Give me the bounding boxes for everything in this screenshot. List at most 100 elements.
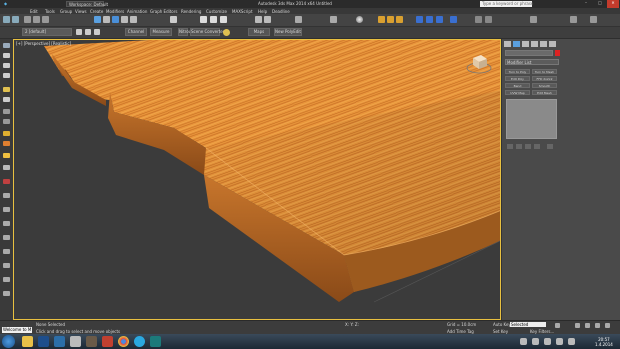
viewport-label[interactable]: [+] [Perspective] [Realistic] [16, 41, 71, 46]
app-icon[interactable] [70, 336, 81, 347]
remove-modifier-icon[interactable] [534, 144, 540, 149]
unlink-icon[interactable] [33, 16, 40, 23]
volume-icon[interactable] [556, 338, 563, 345]
app-icon[interactable] [54, 336, 65, 347]
app-icon[interactable] [102, 336, 113, 347]
select-rotate-icon[interactable] [121, 16, 128, 23]
make-unique-icon[interactable] [525, 144, 531, 149]
modifier-button[interactable]: Smooth [532, 83, 557, 88]
auto-key-button[interactable]: Auto Key [493, 322, 511, 327]
axis-x-icon[interactable] [416, 16, 423, 23]
tool-icon-misc-4[interactable] [3, 291, 10, 296]
transform-coordinates[interactable]: X: Y: Z: [345, 322, 359, 327]
bind-space-warp-icon[interactable] [42, 16, 49, 23]
key-mode-dropdown[interactable]: Selected [510, 322, 546, 327]
tool-icon-spacewarp[interactable] [3, 119, 10, 124]
link-icon[interactable] [24, 16, 31, 23]
tool-icon-render[interactable] [3, 235, 10, 240]
maximize-viewport-icon[interactable] [605, 323, 610, 328]
percent-snap-icon[interactable] [220, 16, 227, 23]
start-button-icon[interactable] [2, 335, 15, 348]
tool-icon[interactable] [530, 16, 537, 23]
modifier-button[interactable]: Turn to Poly [505, 69, 530, 74]
align-icon[interactable] [264, 16, 271, 23]
search-input[interactable]: Type a keyword or phrase [480, 1, 533, 7]
tool-icon-sun[interactable] [3, 153, 10, 158]
select-move-icon[interactable] [112, 16, 119, 23]
tool-icon-camera[interactable] [3, 97, 10, 102]
modify-tab-icon[interactable] [513, 41, 520, 47]
measure-button[interactable]: Measure [150, 28, 172, 36]
tool-icon-cylinder[interactable] [3, 73, 10, 78]
pan-icon[interactable] [585, 323, 590, 328]
app-menu-icon[interactable]: ◆ [4, 1, 7, 6]
select-scale-icon[interactable] [130, 16, 137, 23]
explorer-icon[interactable] [22, 336, 33, 347]
hierarchy-tab-icon[interactable] [522, 41, 529, 47]
material-editor-icon[interactable] [356, 16, 363, 23]
skype-icon[interactable] [134, 336, 145, 347]
create-tab-icon[interactable] [504, 41, 511, 47]
tool-icon-layer[interactable] [3, 193, 10, 198]
pin-stack-icon[interactable] [507, 144, 513, 149]
motion-tab-icon[interactable] [531, 41, 538, 47]
extras-icon[interactable] [475, 16, 482, 23]
tool-icon-create[interactable] [3, 43, 10, 48]
angle-snap-icon[interactable] [210, 16, 217, 23]
tool-icon-helper[interactable] [3, 109, 10, 114]
select-by-name-icon[interactable] [103, 16, 110, 23]
mirror-icon[interactable] [255, 16, 262, 23]
layer-icon-2[interactable] [85, 29, 91, 35]
axis-y-icon[interactable] [426, 16, 433, 23]
curve-editor-icon[interactable] [330, 16, 337, 23]
undo-icon[interactable] [3, 16, 10, 23]
channel-button[interactable]: Channel [125, 28, 147, 36]
workspace-dropdown[interactable]: Workspace: Default [66, 1, 108, 7]
nitrous-button[interactable]: Nitrous [178, 28, 193, 36]
selection-set-dropdown[interactable]: 2 [default] [22, 28, 72, 36]
new-polyedit-button[interactable]: New PolyEdit [274, 28, 302, 36]
object-color-swatch[interactable] [555, 50, 560, 56]
axis-z-icon[interactable] [436, 16, 443, 23]
modifier-button[interactable]: UVW Map [505, 90, 530, 95]
app-icon[interactable] [86, 336, 97, 347]
tool-icon-color[interactable] [3, 141, 10, 146]
tray-icon[interactable] [544, 338, 551, 345]
tray-icon[interactable] [520, 338, 527, 345]
scene-converter-button[interactable]: Scene Converter [190, 28, 224, 36]
tool-icon-light[interactable] [3, 87, 10, 92]
tool-icon-particle[interactable] [3, 165, 10, 170]
axis-xy-icon[interactable] [450, 16, 457, 23]
tool-icon-graph[interactable] [3, 221, 10, 226]
tool-icon-brush[interactable] [3, 179, 10, 184]
tool-icon-paint[interactable] [3, 131, 10, 136]
render-setup-icon[interactable] [378, 16, 385, 23]
modifier-button[interactable]: Bend [505, 83, 530, 88]
modifier-button[interactable]: Edit Mesh [532, 90, 557, 95]
close-button[interactable]: ✕ [607, 0, 619, 8]
render-production-icon[interactable] [396, 16, 403, 23]
rendered-frame-icon[interactable] [387, 16, 394, 23]
tray-icon[interactable] [532, 338, 539, 345]
3dsmax-icon[interactable] [150, 336, 161, 347]
tool-icon-misc[interactable] [3, 249, 10, 254]
viewcube-icon[interactable] [466, 52, 492, 74]
play-icon[interactable] [555, 323, 560, 328]
maps-button[interactable]: Maps [248, 28, 270, 36]
photoshop-icon[interactable] [38, 336, 49, 347]
tool-icon-misc-2[interactable] [3, 263, 10, 268]
orbit-icon[interactable] [595, 323, 600, 328]
object-name-field[interactable] [505, 50, 553, 56]
modifier-button[interactable]: Turn to Mesh [532, 69, 557, 74]
tool-icon-link[interactable] [3, 207, 10, 212]
maximize-button[interactable]: □ [594, 0, 606, 8]
zoom-icon[interactable] [575, 323, 580, 328]
modifier-list-dropdown[interactable]: Modifier List [505, 59, 559, 65]
utilities-tab-icon[interactable] [549, 41, 556, 47]
select-object-icon[interactable] [94, 16, 101, 23]
redo-icon[interactable] [12, 16, 19, 23]
minimize-button[interactable]: – [580, 0, 592, 8]
layer-icon-3[interactable] [94, 29, 100, 35]
extras-icon-2[interactable] [485, 16, 492, 23]
modifier-button[interactable]: Edit Poly [505, 76, 530, 81]
